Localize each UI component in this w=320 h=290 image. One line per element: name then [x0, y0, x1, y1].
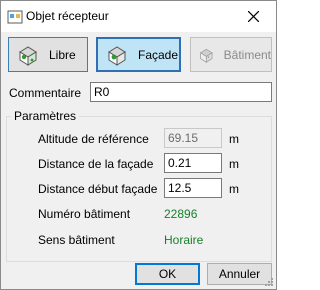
building-icon	[199, 48, 213, 63]
mode-button-libre[interactable]: Libre	[8, 37, 88, 72]
parameters-group-title: Paramètres	[11, 109, 80, 123]
mode-button-batiment[interactable]: Bâtiment	[190, 37, 272, 72]
numero-batiment-value: 22896	[164, 207, 198, 221]
sens-batiment-value: Horaire	[164, 233, 204, 247]
altitude-unit: m	[229, 132, 239, 146]
cancel-button[interactable]: Annuler	[207, 263, 272, 285]
distance-facade-unit: m	[229, 157, 239, 171]
sens-batiment-label: Sens bâtiment	[38, 233, 115, 247]
distance-facade-label: Distance de la façade	[38, 157, 154, 171]
close-button[interactable]	[230, 1, 276, 32]
title-bar: Objet récepteur	[1, 1, 276, 32]
mode-label-facade: Façade	[138, 47, 179, 62]
house-libre-icon	[19, 45, 37, 66]
close-icon	[247, 11, 259, 22]
mode-label-libre: Libre	[49, 47, 76, 62]
dialog-window: Objet récepteur Libre Façade Bâtiment Co…	[0, 0, 277, 290]
window-title: Objet récepteur	[26, 9, 109, 23]
altitude-field: 69.15	[164, 128, 222, 148]
mode-label-batiment: Bâtiment	[223, 47, 271, 62]
numero-batiment-label: Numéro bâtiment	[38, 207, 131, 221]
comment-input[interactable]: R0	[90, 82, 272, 102]
distance-debut-unit: m	[229, 182, 239, 196]
house-facade-icon	[108, 45, 126, 66]
mode-button-facade[interactable]: Façade	[96, 37, 181, 72]
ok-button[interactable]: OK	[135, 263, 200, 285]
resize-grip-icon[interactable]	[264, 277, 274, 287]
distance-debut-label: Distance début façade	[38, 182, 158, 196]
altitude-label: Altitude de référence	[38, 132, 149, 146]
comment-label: Commentaire	[9, 86, 82, 100]
distance-debut-input[interactable]: 12.5	[164, 178, 222, 198]
app-icon	[7, 10, 23, 24]
distance-facade-input[interactable]: 0.21	[164, 153, 222, 173]
